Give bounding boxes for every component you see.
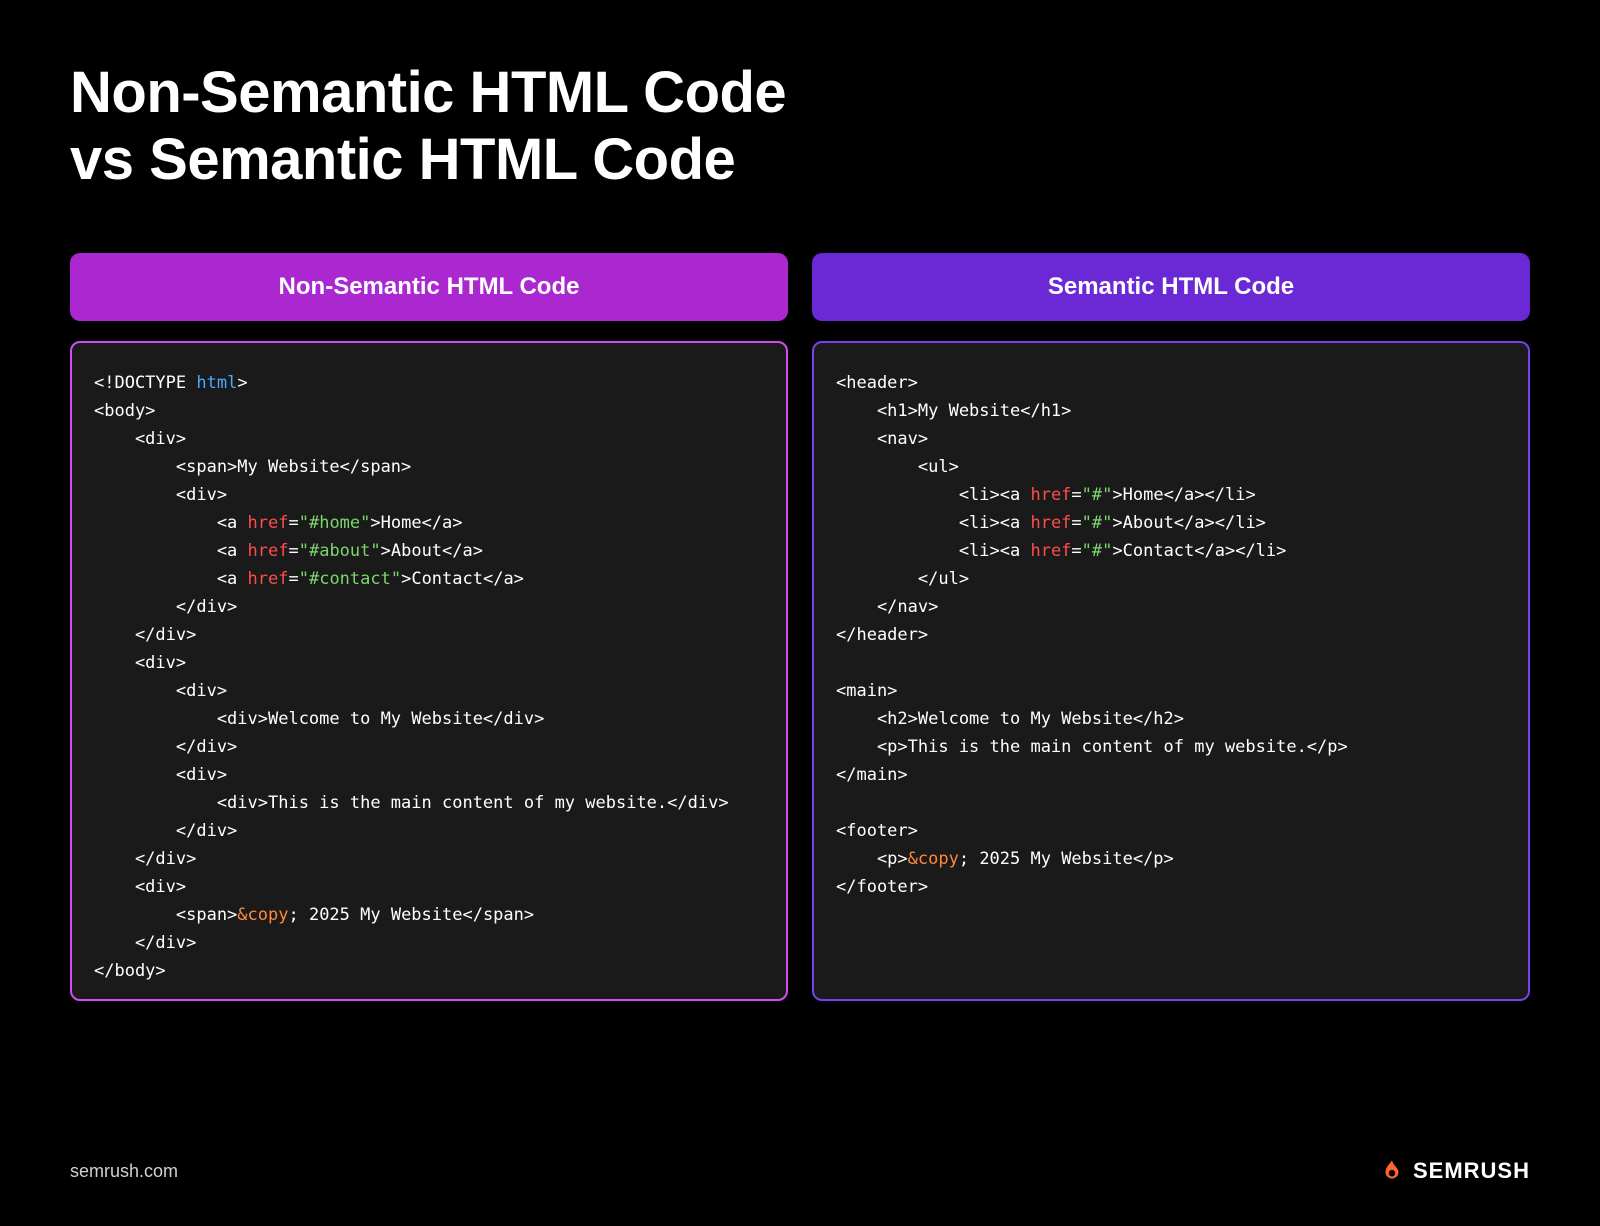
- footer: semrush.com SEMRUSH: [70, 1158, 1530, 1184]
- code-token: "#": [1082, 541, 1113, 561]
- flame-icon: [1379, 1158, 1405, 1184]
- site-label: semrush.com: [70, 1161, 178, 1182]
- code-line: <div>This is the main content of my webs…: [94, 793, 729, 813]
- code-line: <p>: [836, 849, 908, 869]
- code-token: "#": [1082, 513, 1113, 533]
- code-line: <div>: [94, 653, 186, 673]
- right-column-header: Semantic HTML Code: [812, 253, 1530, 321]
- code-token: "#home": [299, 513, 371, 533]
- left-column-header: Non-Semantic HTML Code: [70, 253, 788, 321]
- code-line: <a: [94, 569, 248, 589]
- brand: SEMRUSH: [1379, 1158, 1530, 1184]
- code-line: <li><a: [836, 541, 1030, 561]
- code-line: <!DOCTYPE: [94, 373, 196, 393]
- code-token: href: [248, 513, 289, 533]
- code-token: =: [1071, 541, 1081, 561]
- code-token: href: [1030, 485, 1071, 505]
- code-line: <span>: [94, 905, 237, 925]
- code-token: >About</a></li>: [1112, 513, 1266, 533]
- code-token: ; 2025 My Website</p>: [959, 849, 1174, 869]
- code-line: <span>My Website</span>: [94, 457, 411, 477]
- code-line: </div>: [94, 597, 237, 617]
- code-token: =: [288, 513, 298, 533]
- code-line: </footer>: [836, 877, 928, 897]
- left-code-block: <!DOCTYPE html> <body> <div> <span>My We…: [70, 341, 788, 1001]
- code-token: &copy: [237, 905, 288, 925]
- code-line: </div>: [94, 625, 196, 645]
- code-token: href: [1030, 541, 1071, 561]
- code-token: >Home</a>: [370, 513, 462, 533]
- code-line: </div>: [94, 849, 196, 869]
- code-line: <body>: [94, 401, 155, 421]
- left-column: Non-Semantic HTML Code <!DOCTYPE html> <…: [70, 253, 788, 1001]
- code-line: <div>: [94, 681, 227, 701]
- code-line: <nav>: [836, 429, 928, 449]
- page-title: Non-Semantic HTML Code vs Semantic HTML …: [70, 60, 1530, 193]
- code-token: href: [248, 569, 289, 589]
- comparison-columns: Non-Semantic HTML Code <!DOCTYPE html> <…: [70, 253, 1530, 1001]
- code-line: <a: [94, 513, 248, 533]
- code-line: <h1>My Website</h1>: [836, 401, 1071, 421]
- code-token: =: [1071, 513, 1081, 533]
- code-line: </div>: [94, 821, 237, 841]
- code-line: <li><a: [836, 485, 1030, 505]
- code-line: </nav>: [836, 597, 938, 617]
- code-token: "#contact": [299, 569, 401, 589]
- code-line: <header>: [836, 373, 918, 393]
- code-token: "#about": [299, 541, 381, 561]
- code-line: <div>Welcome to My Website</div>: [94, 709, 544, 729]
- code-line: <div>: [94, 485, 227, 505]
- code-token: >: [237, 373, 247, 393]
- right-column: Semantic HTML Code <header> <h1>My Websi…: [812, 253, 1530, 1001]
- code-token: >Contact</a></li>: [1112, 541, 1286, 561]
- code-token: =: [288, 569, 298, 589]
- code-token: >Home</a></li>: [1112, 485, 1255, 505]
- brand-text: SEMRUSH: [1413, 1158, 1530, 1184]
- code-line: </header>: [836, 625, 928, 645]
- code-token: &copy: [908, 849, 959, 869]
- code-token: =: [1071, 485, 1081, 505]
- code-line: <div>: [94, 765, 227, 785]
- code-token: "#": [1082, 485, 1113, 505]
- code-line: </main>: [836, 765, 908, 785]
- code-line: <p>This is the main content of my websit…: [836, 737, 1348, 757]
- code-line: </body>: [94, 961, 166, 981]
- code-token: href: [1030, 513, 1071, 533]
- code-line: </ul>: [836, 569, 969, 589]
- code-token: html: [196, 373, 237, 393]
- code-line: <ul>: [836, 457, 959, 477]
- code-token: href: [248, 541, 289, 561]
- right-code-block: <header> <h1>My Website</h1> <nav> <ul> …: [812, 341, 1530, 1001]
- code-line: <main>: [836, 681, 897, 701]
- code-token: >About</a>: [381, 541, 483, 561]
- code-line: <div>: [94, 877, 186, 897]
- code-token: ; 2025 My Website</span>: [288, 905, 534, 925]
- code-line: <a: [94, 541, 248, 561]
- code-token: >Contact</a>: [401, 569, 524, 589]
- code-line: <footer>: [836, 821, 918, 841]
- code-line: <h2>Welcome to My Website</h2>: [836, 709, 1184, 729]
- code-line: </div>: [94, 737, 237, 757]
- code-token: =: [288, 541, 298, 561]
- code-line: <div>: [94, 429, 186, 449]
- code-line: <li><a: [836, 513, 1030, 533]
- code-line: </div>: [94, 933, 196, 953]
